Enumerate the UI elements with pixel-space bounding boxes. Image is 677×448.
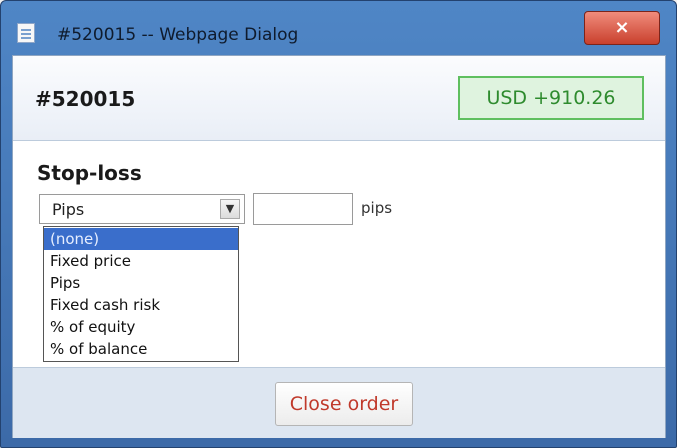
stop-loss-heading: Stop-loss	[37, 161, 142, 185]
title-bar[interactable]: #520015 -- Webpage Dialog ×	[1, 1, 676, 55]
window-close-button[interactable]: ×	[584, 11, 660, 45]
pnl-badge: USD +910.26	[458, 76, 644, 120]
window-title: #520015 -- Webpage Dialog	[57, 25, 299, 45]
page-icon	[17, 23, 35, 43]
order-id: #520015	[35, 87, 136, 111]
stop-loss-type-value: Pips	[52, 200, 85, 219]
dropdown-option[interactable]: Fixed price	[44, 250, 238, 272]
chevron-down-icon[interactable]: ▼	[220, 199, 240, 219]
dialog-window: #520015 -- Webpage Dialog × #520015 USD …	[0, 0, 677, 448]
stop-loss-type-dropdown: (none) Fixed price Pips Fixed cash risk% of…	[43, 226, 239, 362]
dropdown-option[interactable]: (none)	[44, 228, 238, 250]
close-order-button[interactable]: Close order	[275, 382, 413, 426]
stop-loss-type-select[interactable]: Pips ▼	[39, 194, 245, 224]
dropdown-option[interactable]: Fixed cash risk	[44, 294, 238, 316]
dropdown-option[interactable]: % of equity	[44, 316, 238, 338]
dropdown-option[interactable]: % of balance	[44, 338, 238, 360]
order-header: #520015 USD +910.26	[13, 56, 665, 141]
close-icon: ×	[614, 17, 630, 38]
stop-loss-pips-input[interactable]	[253, 193, 353, 225]
dropdown-option[interactable]: Pips	[44, 272, 238, 294]
dialog-footer: Close order	[13, 367, 665, 438]
dialog-body: #520015 USD +910.26 Stop-loss Pips ▼ pip…	[12, 55, 666, 438]
pips-unit-label: pips	[361, 199, 393, 217]
stop-loss-section: Stop-loss Pips ▼ pips (none) Fixed price P…	[13, 141, 665, 366]
